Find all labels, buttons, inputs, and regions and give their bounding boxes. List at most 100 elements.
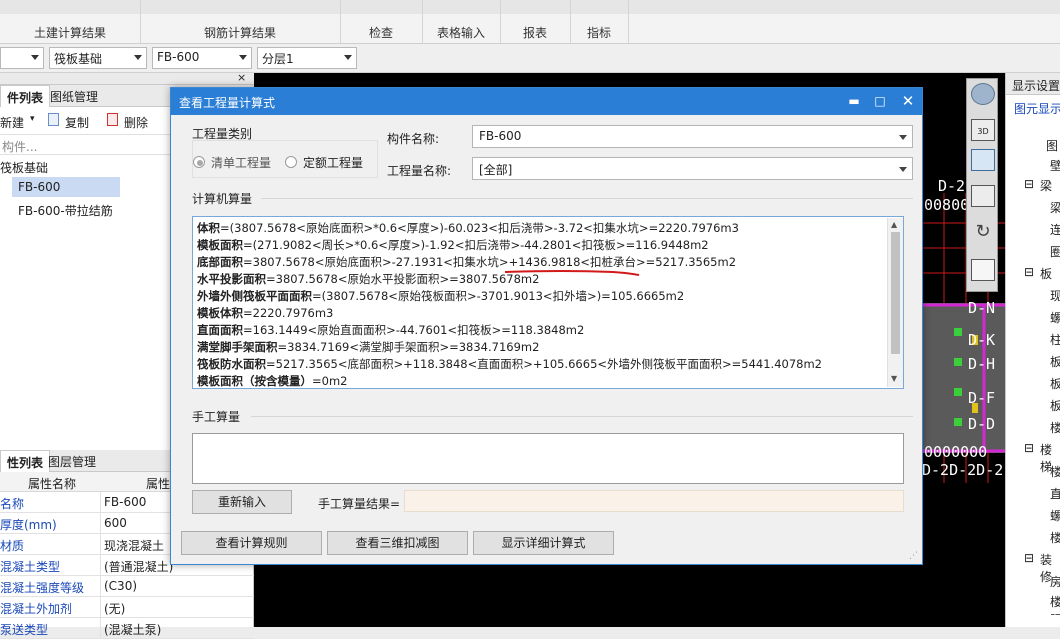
component-name-select[interactable]: FB-600 bbox=[472, 125, 913, 148]
cube-front-icon[interactable] bbox=[971, 149, 995, 171]
calc-line-name: 筏板防水面积 bbox=[197, 357, 266, 371]
calc-line-name: 体积 bbox=[197, 221, 220, 235]
display-tree-item[interactable]: 柱 bbox=[1050, 331, 1060, 348]
cube-top-icon[interactable] bbox=[971, 185, 995, 207]
chevron-down-icon bbox=[239, 55, 247, 60]
radio-list-qty[interactable] bbox=[193, 156, 205, 168]
delete-button[interactable]: 删除 bbox=[124, 114, 148, 131]
tree-item-fb600[interactable]: FB-600 bbox=[12, 177, 120, 197]
property-value[interactable]: (C30) bbox=[100, 576, 254, 597]
new-button[interactable]: 新建 bbox=[0, 114, 24, 131]
component-name-value: FB-600 bbox=[479, 129, 522, 143]
view-calc-rules-button[interactable]: 查看计算规则 bbox=[181, 531, 322, 555]
ribbon-group-table-input[interactable]: 表格输入 bbox=[422, 24, 500, 41]
component-select[interactable]: FB-600 bbox=[152, 47, 252, 69]
display-tree-group[interactable]: 梁 bbox=[1040, 177, 1052, 194]
calculation-formula-box[interactable]: 体积=(3807.5678<原始底面积>*0.6<厚度>)-60.023<扣后浇… bbox=[192, 216, 904, 389]
view-3d-icon[interactable]: 3D bbox=[971, 119, 995, 141]
floor-select[interactable] bbox=[0, 47, 44, 69]
calc-line-name: 直面面积 bbox=[197, 323, 243, 337]
rotate-icon[interactable]: ↻ bbox=[971, 221, 995, 243]
display-tree-item[interactable]: 直 bbox=[1050, 485, 1060, 502]
calc-line: 模板面积（按含模量）=0m2 bbox=[197, 373, 347, 390]
layer-settings-icon[interactable] bbox=[971, 259, 995, 281]
formula-scrollbar[interactable]: ▲ ▼ bbox=[887, 218, 903, 387]
display-tree-item[interactable]: 板 bbox=[1050, 375, 1060, 392]
property-value-column: 属性 bbox=[146, 477, 171, 491]
display-tree-item[interactable]: 板 bbox=[1050, 353, 1060, 370]
display-tree-item[interactable]: 楼 bbox=[1050, 593, 1060, 610]
display-tree: 图 壁 ⊟ 梁 梁 连 圈 ⊟ 板 现 螺 柱 板 板 板 楼 ⊟ 楼梯 楼 直… bbox=[1006, 135, 1060, 615]
dropdown-arrow-icon[interactable]: ▾ bbox=[30, 114, 35, 124]
panel-close-strip: × bbox=[0, 71, 254, 85]
display-tree-item[interactable]: 梁 bbox=[1050, 199, 1060, 216]
manual-calc-label: 手工算量 bbox=[192, 410, 241, 424]
layer-select[interactable]: 分层1 bbox=[257, 47, 357, 69]
reinput-button[interactable]: 重新输入 bbox=[192, 490, 292, 514]
display-tree-item[interactable]: 板 bbox=[1050, 397, 1060, 414]
divider bbox=[251, 416, 913, 417]
property-row[interactable]: 混凝土外加剂 (无) bbox=[0, 597, 254, 618]
expand-icon[interactable]: ⊟ bbox=[1024, 177, 1034, 191]
element-type-select[interactable]: 筏板基础 bbox=[49, 47, 147, 69]
property-name: 材质 bbox=[0, 539, 25, 553]
tab-drawing-management[interactable]: 图纸管理 bbox=[44, 85, 104, 107]
ribbon-group-report[interactable]: 报表 bbox=[500, 24, 570, 41]
display-tree-item[interactable]: 楼 bbox=[1050, 419, 1060, 436]
ribbon-toolbar: 土建计算结果 钢筋计算结果 检查 表格输入 报表 指标 bbox=[0, 0, 1060, 44]
display-tree-item[interactable]: 房 bbox=[1050, 573, 1060, 590]
display-tree-item[interactable]: 踢 bbox=[1050, 611, 1060, 615]
scroll-down-icon[interactable]: ▼ bbox=[891, 374, 897, 383]
minimize-icon[interactable]: ▬ bbox=[845, 92, 863, 110]
display-tree-item[interactable]: 圈 bbox=[1050, 243, 1060, 260]
calc-line-expr: =3807.5678<原始底面积>-27.1931<扣集水坑>+1436.981… bbox=[243, 255, 737, 269]
calc-line: 体积=(3807.5678<原始底面积>*0.6<厚度>)-60.023<扣后浇… bbox=[197, 220, 739, 237]
calc-line-name: 模板体积 bbox=[197, 306, 243, 320]
copy-button[interactable]: 复制 bbox=[65, 114, 89, 131]
chevron-down-icon bbox=[134, 55, 142, 60]
expand-icon[interactable]: ⊟ bbox=[1024, 441, 1034, 455]
scrollbar-thumb[interactable] bbox=[891, 232, 900, 354]
close-icon[interactable]: × bbox=[237, 71, 246, 84]
property-row[interactable]: 泵送类型 (混凝土泵) bbox=[0, 618, 254, 639]
globe-icon[interactable] bbox=[971, 83, 995, 105]
display-tree-item[interactable]: 现 bbox=[1050, 287, 1060, 304]
ribbon-group-check[interactable]: 检查 bbox=[340, 24, 422, 41]
manual-calc-input[interactable] bbox=[192, 433, 904, 484]
qty-name-select[interactable]: [全部] bbox=[472, 157, 913, 180]
display-tree-item[interactable]: 螺 bbox=[1050, 507, 1060, 524]
radio-quota-qty[interactable] bbox=[285, 156, 297, 168]
dialog-title-bar[interactable]: 查看工程量计算式 bbox=[171, 88, 922, 115]
tree-group-raft-foundation[interactable]: 筏板基础 bbox=[0, 159, 48, 176]
expand-icon[interactable]: ⊟ bbox=[1024, 551, 1034, 565]
display-tree-item[interactable]: 壁 bbox=[1050, 157, 1060, 174]
ribbon-group-index[interactable]: 指标 bbox=[570, 24, 628, 41]
display-tree-item[interactable]: 楼 bbox=[1050, 463, 1060, 480]
maximize-icon[interactable]: □ bbox=[871, 92, 889, 110]
calc-line-name: 水平投影面积 bbox=[197, 272, 266, 286]
tab-component-list[interactable]: 件列表 bbox=[0, 85, 51, 107]
resize-grip-icon[interactable]: ⋰ bbox=[909, 551, 918, 561]
close-icon[interactable]: ✕ bbox=[899, 92, 917, 110]
display-tree-item[interactable]: 连 bbox=[1050, 221, 1060, 238]
tab-element-display[interactable]: 图元显示 bbox=[1006, 95, 1060, 117]
view-3d-deduction-button[interactable]: 查看三维扣减图 bbox=[327, 531, 468, 555]
property-name: 混凝土强度等级 bbox=[0, 581, 85, 595]
machine-calc-label: 计算机算量 bbox=[192, 192, 253, 206]
cad-label: D-2D-2D-2 bbox=[922, 461, 1004, 479]
scroll-up-icon[interactable]: ▲ bbox=[891, 220, 897, 229]
property-row[interactable]: 混凝土强度等级 (C30) bbox=[0, 576, 254, 597]
tree-item-fb600-tie[interactable]: FB-600-带拉结筋 bbox=[18, 202, 113, 219]
display-tree-group[interactable]: 板 bbox=[1040, 265, 1052, 282]
calc-line: 直面面积=163.1449<原始直面面积>-44.7601<扣筏板>=118.3… bbox=[197, 322, 584, 339]
calc-line: 水平投影面积=3807.5678<原始水平投影面积>=3807.5678m2 bbox=[197, 271, 539, 288]
show-detailed-formula-button[interactable]: 显示详细计算式 bbox=[473, 531, 614, 555]
display-tree-item[interactable]: 楼 bbox=[1050, 529, 1060, 546]
property-value[interactable]: (无) bbox=[100, 597, 254, 618]
expand-icon[interactable]: ⊟ bbox=[1024, 265, 1034, 279]
tab-layer-management[interactable]: 图层管理 bbox=[42, 450, 102, 472]
ribbon-group-rebar-results[interactable]: 钢筋计算结果 bbox=[140, 24, 340, 41]
property-value[interactable]: (混凝土泵) bbox=[100, 618, 254, 639]
ribbon-group-civil-results[interactable]: 土建计算结果 bbox=[0, 24, 140, 41]
display-tree-item[interactable]: 螺 bbox=[1050, 309, 1060, 326]
